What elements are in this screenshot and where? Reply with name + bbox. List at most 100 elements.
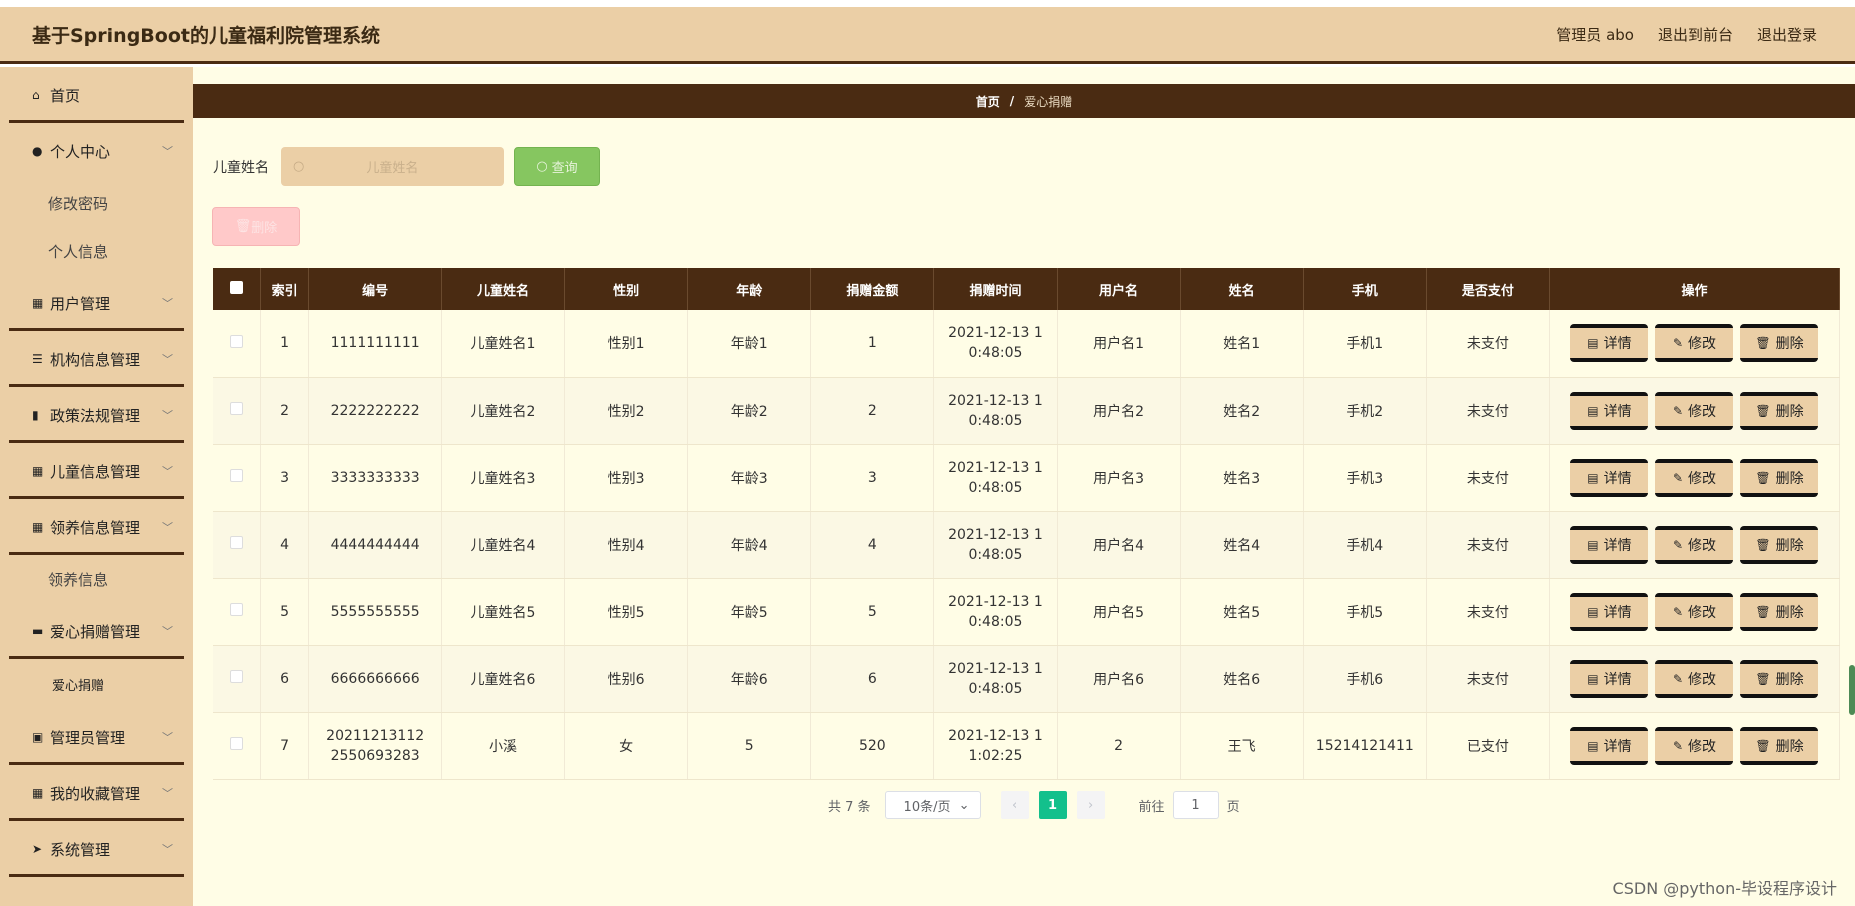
exit-to-front-link[interactable]: 退出到前台 — [1658, 24, 1733, 45]
logout-link[interactable]: 退出登录 — [1757, 24, 1817, 45]
grid-icon: ▦ — [32, 786, 44, 800]
delete-button[interactable]: 🗑 删除 — [1740, 659, 1819, 698]
query-button[interactable]: ○ 查询 — [514, 147, 600, 186]
detail-button[interactable]: ▤ 详情 — [1570, 726, 1649, 765]
sidebar-subitem-profile[interactable]: 个人信息 — [0, 227, 193, 275]
cell-index: 4 — [260, 511, 310, 579]
select-all-cell — [213, 268, 261, 310]
row-actions: ▤ 详情 ✎ 修改 🗑 删除 — [1550, 458, 1839, 497]
edit-button[interactable]: ✎ 修改 — [1655, 525, 1734, 564]
page-number-1[interactable]: 1 — [1038, 791, 1067, 819]
cell-index: 6 — [260, 645, 310, 713]
col-header-username: 用户名 — [1057, 268, 1181, 310]
row-checkbox[interactable] — [229, 402, 243, 415]
select-all-checkbox[interactable] — [229, 280, 243, 294]
list-icon: ☰ — [32, 352, 43, 366]
delete-button[interactable]: 🗑 删除 — [1740, 391, 1819, 430]
edit-button[interactable]: ✎ 修改 — [1655, 592, 1734, 631]
pencil-icon: ✎ — [1672, 537, 1683, 552]
cell-amount: 2 — [810, 377, 935, 445]
delete-button[interactable]: 🗑 删除 — [1740, 458, 1819, 497]
sidebar-item-org[interactable]: ☰ 机构信息管理 ﹀ — [0, 331, 193, 387]
detail-button[interactable]: ▤ 详情 — [1570, 458, 1649, 497]
sidebar-subitem-donation[interactable]: 爱心捐赠 — [0, 659, 193, 709]
detail-label: 详情 — [1603, 671, 1632, 688]
document-icon: ▤ — [1587, 470, 1599, 485]
edit-button[interactable]: ✎ 修改 — [1655, 391, 1734, 430]
sidebar-item-users[interactable]: ▦ 用户管理 ﹀ — [0, 275, 193, 331]
page-size-select[interactable]: 10条/页 ⌄ — [884, 791, 981, 819]
col-header-paid: 是否支付 — [1426, 268, 1550, 310]
cell-name: 姓名5 — [1180, 578, 1304, 646]
edit-button[interactable]: ✎ 修改 — [1655, 458, 1734, 497]
row-checkbox[interactable] — [229, 469, 243, 482]
detail-button[interactable]: ▤ 详情 — [1570, 659, 1649, 698]
page-jump-input[interactable]: 1 — [1172, 791, 1219, 819]
sidebar-item-personal[interactable]: ● 个人中心 ﹀ — [0, 123, 193, 179]
sidebar: ⌂ 首页 ● 个人中心 ﹀ 修改密码 个人信息 ▦ 用户管理 ﹀ ☰ 机构信息管理 ﹀ ▮ 政策… — [0, 67, 193, 906]
grid-icon: ▦ — [32, 296, 44, 310]
cell-gender-text: 女 — [619, 738, 634, 755]
chevron-down-icon: ﹀ — [162, 465, 173, 478]
sidebar-item-favorites[interactable]: ▦ 我的收藏管理 ﹀ — [0, 765, 193, 821]
edit-button[interactable]: ✎ 修改 — [1655, 324, 1734, 363]
delete-button[interactable]: 🗑 删除 — [1740, 726, 1819, 765]
child-name-search-input[interactable]: ○ 儿童姓名 — [281, 147, 504, 186]
scrollbar[interactable] — [1849, 665, 1855, 715]
cell-name: 王飞 — [1180, 712, 1304, 780]
cell-paid: 未支付 — [1426, 377, 1550, 445]
cell-amount-text: 5 — [867, 603, 877, 620]
cell-time-text: 2021-12-13 10:48:05 — [948, 526, 1043, 563]
sidebar-item-home[interactable]: ⌂ 首页 — [0, 67, 193, 123]
cell-gender: 性别2 — [564, 377, 689, 445]
row-checkbox[interactable] — [229, 536, 243, 549]
delete-button[interactable]: 🗑 删除 — [1740, 525, 1819, 564]
pencil-icon: ✎ — [1672, 738, 1683, 753]
chevron-right-icon: › — [1087, 797, 1094, 813]
row-select-cell — [213, 444, 261, 512]
sidebar-subitem-change-password[interactable]: 修改密码 — [0, 179, 193, 227]
cell-age-text: 年龄1 — [730, 336, 768, 353]
cell-child-name-text: 儿童姓名2 — [470, 403, 536, 420]
detail-button[interactable]: ▤ 详情 — [1570, 525, 1649, 564]
detail-label: 详情 — [1603, 403, 1632, 420]
trash-icon: 🗑 — [1755, 336, 1771, 351]
trash-icon: 🗑 — [1755, 403, 1771, 418]
prev-page-button[interactable]: ‹ — [1000, 791, 1029, 819]
detail-button[interactable]: ▤ 详情 — [1570, 592, 1649, 631]
row-select-cell — [213, 712, 261, 780]
breadcrumb-home[interactable]: 首页 — [976, 93, 1000, 110]
delete-button[interactable]: 🗑 删除 — [1740, 324, 1819, 363]
edit-label: 修改 — [1688, 604, 1716, 621]
row-checkbox[interactable] — [229, 737, 243, 750]
trash-icon: 🗑 — [234, 219, 252, 234]
edit-button[interactable]: ✎ 修改 — [1655, 726, 1734, 765]
table-row: 6 6666666666 儿童姓名6 性别6 年龄6 6 2021-12-13 10:48:… — [213, 645, 1841, 713]
sidebar-item-policy[interactable]: ▮ 政策法规管理 ﹀ — [0, 387, 193, 443]
detail-button[interactable]: ▤ 详情 — [1570, 391, 1649, 430]
chevron-down-icon: ﹀ — [162, 297, 173, 310]
cell-index-text: 2 — [280, 402, 290, 419]
row-checkbox[interactable] — [229, 334, 243, 348]
cell-gender: 性别1 — [564, 310, 689, 378]
detail-button[interactable]: ▤ 详情 — [1570, 324, 1649, 363]
batch-delete-button[interactable]: 🗑 删除 — [212, 207, 300, 246]
delete-button[interactable]: 🗑 删除 — [1740, 592, 1819, 631]
row-checkbox[interactable] — [229, 670, 243, 683]
next-page-button[interactable]: › — [1076, 791, 1105, 819]
sidebar-item-donation[interactable]: ▬ 爱心捐赠管理 ﹀ — [0, 603, 193, 659]
sidebar-item-adoption[interactable]: ▦ 领养信息管理 ﹀ — [0, 499, 193, 555]
cell-phone-text: 手机1 — [1346, 336, 1384, 353]
search-icon: ○ — [293, 159, 305, 174]
sidebar-item-admins[interactable]: ▣ 管理员管理 ﹀ — [0, 709, 193, 765]
cell-child-name: 儿童姓名2 — [441, 377, 566, 445]
cell-time: 2021-12-13 11:02:25 — [933, 712, 1058, 780]
edit-button[interactable]: ✎ 修改 — [1655, 659, 1734, 698]
sidebar-subitem-adoption-info[interactable]: 领养信息 — [0, 555, 193, 603]
row-checkbox[interactable] — [229, 603, 243, 616]
trash-icon: 🗑 — [1755, 470, 1771, 485]
trash-icon: 🗑 — [1755, 738, 1771, 753]
sidebar-item-children[interactable]: ▦ 儿童信息管理 ﹀ — [0, 443, 193, 499]
cell-code: 3333333333 — [308, 444, 442, 512]
sidebar-item-system[interactable]: ➤ 系统管理 ﹀ — [0, 821, 193, 877]
